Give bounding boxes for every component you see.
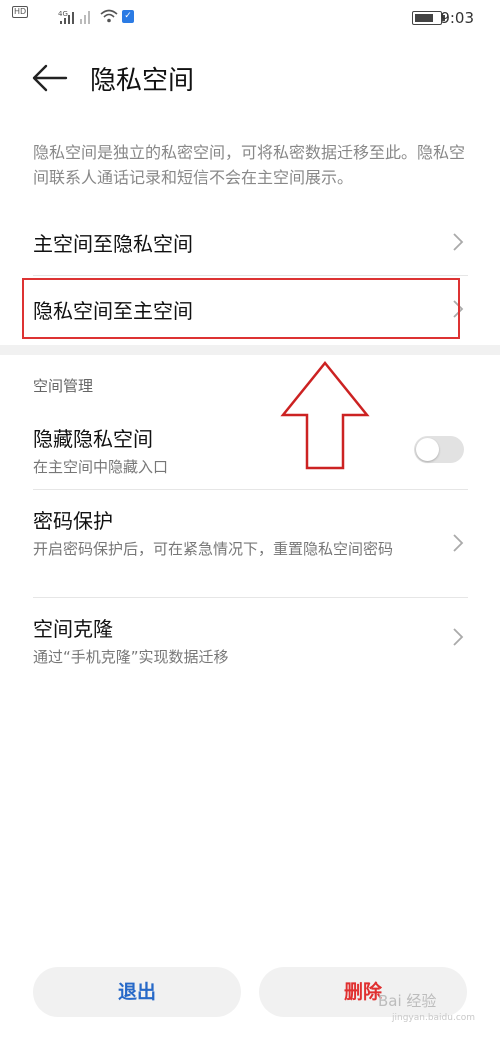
app-header: 隐私空间: [0, 48, 500, 108]
chevron-right-icon: [453, 233, 464, 251]
space-description: 隐私空间是独立的私密空间，可将私密数据迁移至此。隐私空间联系人通话记录和短信不会…: [33, 143, 466, 187]
toggle-knob: [416, 438, 439, 461]
page-title: 隐私空间: [90, 66, 195, 96]
hide-space-subtitle: 在主空间中隐藏入口: [33, 458, 169, 476]
highlight-box: [22, 278, 460, 339]
chevron-right-icon: [453, 628, 464, 646]
section-separator: [0, 345, 500, 355]
password-protect-item[interactable]: 密码保护 开启密码保护后，可在紧急情况下，重置隐私空间密码: [33, 505, 433, 561]
password-protect-subtitle: 开启密码保护后，可在紧急情况下，重置隐私空间密码: [33, 540, 394, 558]
exit-button[interactable]: 退出: [33, 967, 241, 1017]
space-clone-item[interactable]: 空间克隆 通过“手机克隆”实现数据迁移: [33, 613, 468, 669]
divider: [33, 489, 468, 490]
status-bar: HD 4G ✓ 9:03: [0, 0, 500, 40]
annotation-arrow-icon: [280, 361, 370, 470]
hide-space-toggle[interactable]: [414, 436, 464, 463]
divider: [33, 275, 468, 276]
back-arrow-icon[interactable]: [30, 62, 70, 94]
section-label-space-management: 空间管理: [33, 377, 94, 395]
shield-icon: ✓: [122, 10, 134, 23]
hide-space-title: 隐藏隐私空间: [33, 427, 153, 451]
chevron-right-icon: [453, 534, 464, 552]
watermark: Bai 经验: [378, 992, 437, 1010]
battery-icon: [412, 11, 445, 25]
status-left: HD: [12, 6, 29, 18]
watermark-url: jingyan.baidu.com: [392, 1013, 476, 1023]
wifi-icon: [100, 9, 118, 23]
network-label: 4G: [58, 10, 68, 18]
status-time: 9:03: [440, 9, 474, 27]
space-clone-title: 空间克隆: [33, 617, 113, 641]
hide-space-item[interactable]: 隐藏隐私空间 在主空间中隐藏入口: [33, 423, 468, 479]
signal-icon: 4G: [58, 10, 90, 24]
divider: [33, 597, 468, 598]
hd-badge: HD: [12, 6, 29, 18]
password-protect-title: 密码保护: [33, 509, 113, 533]
space-clone-subtitle: 通过“手机克隆”实现数据迁移: [33, 648, 229, 666]
main-to-private-item[interactable]: 主空间至隐私空间: [33, 228, 468, 257]
main-to-private-label: 主空间至隐私空间: [33, 232, 193, 256]
